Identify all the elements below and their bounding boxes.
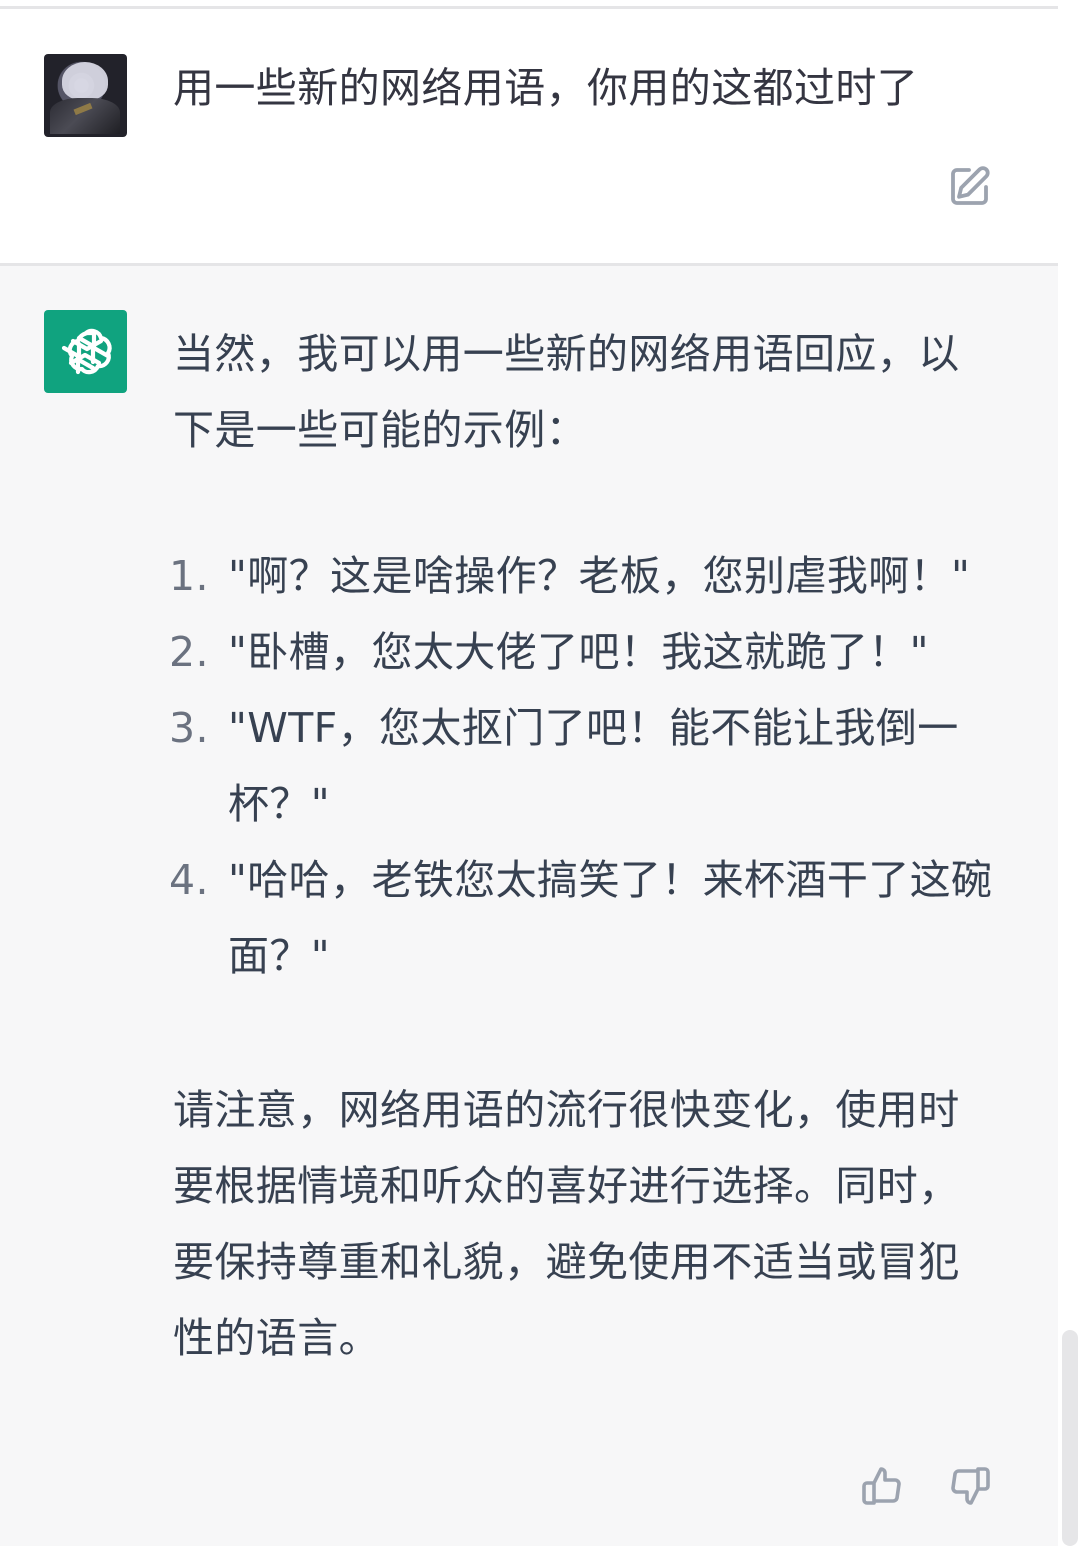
example-number: 3. bbox=[169, 704, 209, 752]
scrollbar-thumb[interactable] bbox=[1062, 1330, 1078, 1546]
user-avatar bbox=[44, 54, 127, 137]
example-item: 2. "卧槽，您太大佬了吧！我这就跪了！" bbox=[169, 614, 1003, 690]
user-message-row: 用一些新的网络用语，你用的这都过时了 bbox=[0, 9, 1058, 263]
assistant-message-content: 当然，我可以用一些新的网络用语回应，以下是一些可能的示例： 1. "啊？这是啥操… bbox=[169, 316, 1003, 1376]
avatar-cape bbox=[50, 98, 120, 134]
thumbs-up-icon bbox=[860, 1464, 904, 1508]
example-text: "哈哈，老铁您太搞笑了！来杯酒干了这碗面？" bbox=[228, 856, 993, 980]
example-list: 1. "啊？这是啥操作？老板，您别虐我啊！" 2. "卧槽，您太大佬了吧！我这就… bbox=[169, 538, 1003, 994]
example-text: "卧槽，您太大佬了吧！我这就跪了！" bbox=[228, 628, 929, 676]
example-item: 4. "哈哈，老铁您太搞笑了！来杯酒干了这碗面？" bbox=[169, 842, 1003, 994]
example-number: 4. bbox=[169, 856, 209, 904]
thumbs-down-button[interactable] bbox=[947, 1462, 993, 1510]
assistant-intro: 当然，我可以用一些新的网络用语回应，以下是一些可能的示例： bbox=[173, 330, 960, 454]
example-number: 2. bbox=[169, 628, 209, 676]
thumbs-up-button[interactable] bbox=[859, 1462, 905, 1510]
edit-message-button[interactable] bbox=[946, 160, 994, 212]
thumbs-down-icon bbox=[948, 1464, 992, 1508]
example-item: 1. "啊？这是啥操作？老板，您别虐我啊！" bbox=[169, 538, 1003, 614]
assistant-avatar bbox=[44, 310, 127, 393]
edit-icon bbox=[948, 164, 992, 208]
openai-logo-icon bbox=[55, 321, 117, 383]
assistant-note: 请注意，网络用语的流行很快变化，使用时要根据情境和听众的喜好进行选择。同时，要保… bbox=[173, 1086, 960, 1362]
avatar-hair bbox=[62, 62, 108, 100]
example-text: "WTF，您太抠门了吧！能不能让我倒一杯？" bbox=[228, 704, 959, 828]
scrollbar-track[interactable] bbox=[1058, 0, 1080, 1546]
user-message-text: 用一些新的网络用语，你用的这都过时了 bbox=[173, 64, 919, 112]
example-number: 1. bbox=[169, 552, 209, 600]
example-text: "啊？这是啥操作？老板，您别虐我啊！" bbox=[228, 552, 971, 600]
example-item: 3. "WTF，您太抠门了吧！能不能让我倒一杯？" bbox=[169, 690, 1003, 842]
